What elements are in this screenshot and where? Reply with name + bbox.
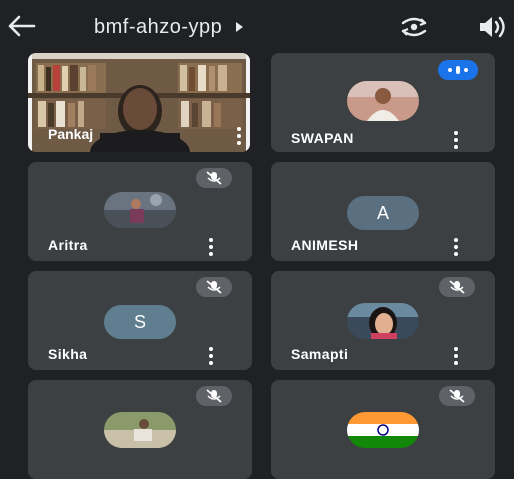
participant-avatar [104, 412, 176, 448]
speaker-icon[interactable] [476, 14, 508, 40]
participant-avatar [104, 192, 176, 228]
more-vert-icon[interactable] [236, 127, 242, 147]
participant-avatar [347, 81, 419, 121]
participant-avatar: S [104, 305, 176, 339]
meeting-title-button[interactable]: bmf-ahzo-ypp [94, 14, 244, 40]
participant-tile[interactable] [271, 380, 495, 479]
mic-off-icon [196, 386, 232, 406]
participant-avatar [347, 303, 419, 339]
participant-name: Sikha [48, 346, 88, 362]
mic-off-icon [196, 277, 232, 297]
participant-name: Aritra [48, 237, 88, 253]
participant-tile-video[interactable]: Pankaj [28, 53, 250, 152]
audio-level-icon [438, 60, 478, 80]
more-vert-icon[interactable] [453, 347, 459, 367]
participant-avatar: A [347, 196, 419, 230]
more-vert-icon[interactable] [453, 131, 459, 151]
switch-camera-icon[interactable] [398, 14, 430, 40]
participant-avatar [347, 412, 419, 448]
participant-tile[interactable]: Aritra [28, 162, 252, 261]
mic-off-icon [439, 386, 475, 406]
participant-tile[interactable]: S Sikha [28, 271, 252, 370]
mic-off-icon [439, 277, 475, 297]
caret-right-icon [236, 22, 244, 32]
participant-name: Samapti [291, 346, 349, 362]
participant-name: ANIMESH [291, 237, 359, 253]
more-vert-icon[interactable] [453, 238, 459, 258]
participant-tile[interactable]: Samapti [271, 271, 495, 370]
participant-tile[interactable] [28, 380, 252, 479]
mic-off-icon [196, 168, 232, 188]
participant-tile[interactable]: A ANIMESH [271, 162, 495, 261]
participant-name: SWAPAN [291, 130, 354, 146]
top-app-bar: bmf-ahzo-ypp [0, 0, 514, 52]
more-vert-icon[interactable] [208, 238, 214, 258]
more-vert-icon[interactable] [208, 347, 214, 367]
participant-name: Pankaj [48, 126, 94, 142]
arrow-left-icon[interactable] [6, 14, 36, 38]
meeting-code: bmf-ahzo-ypp [94, 15, 223, 38]
